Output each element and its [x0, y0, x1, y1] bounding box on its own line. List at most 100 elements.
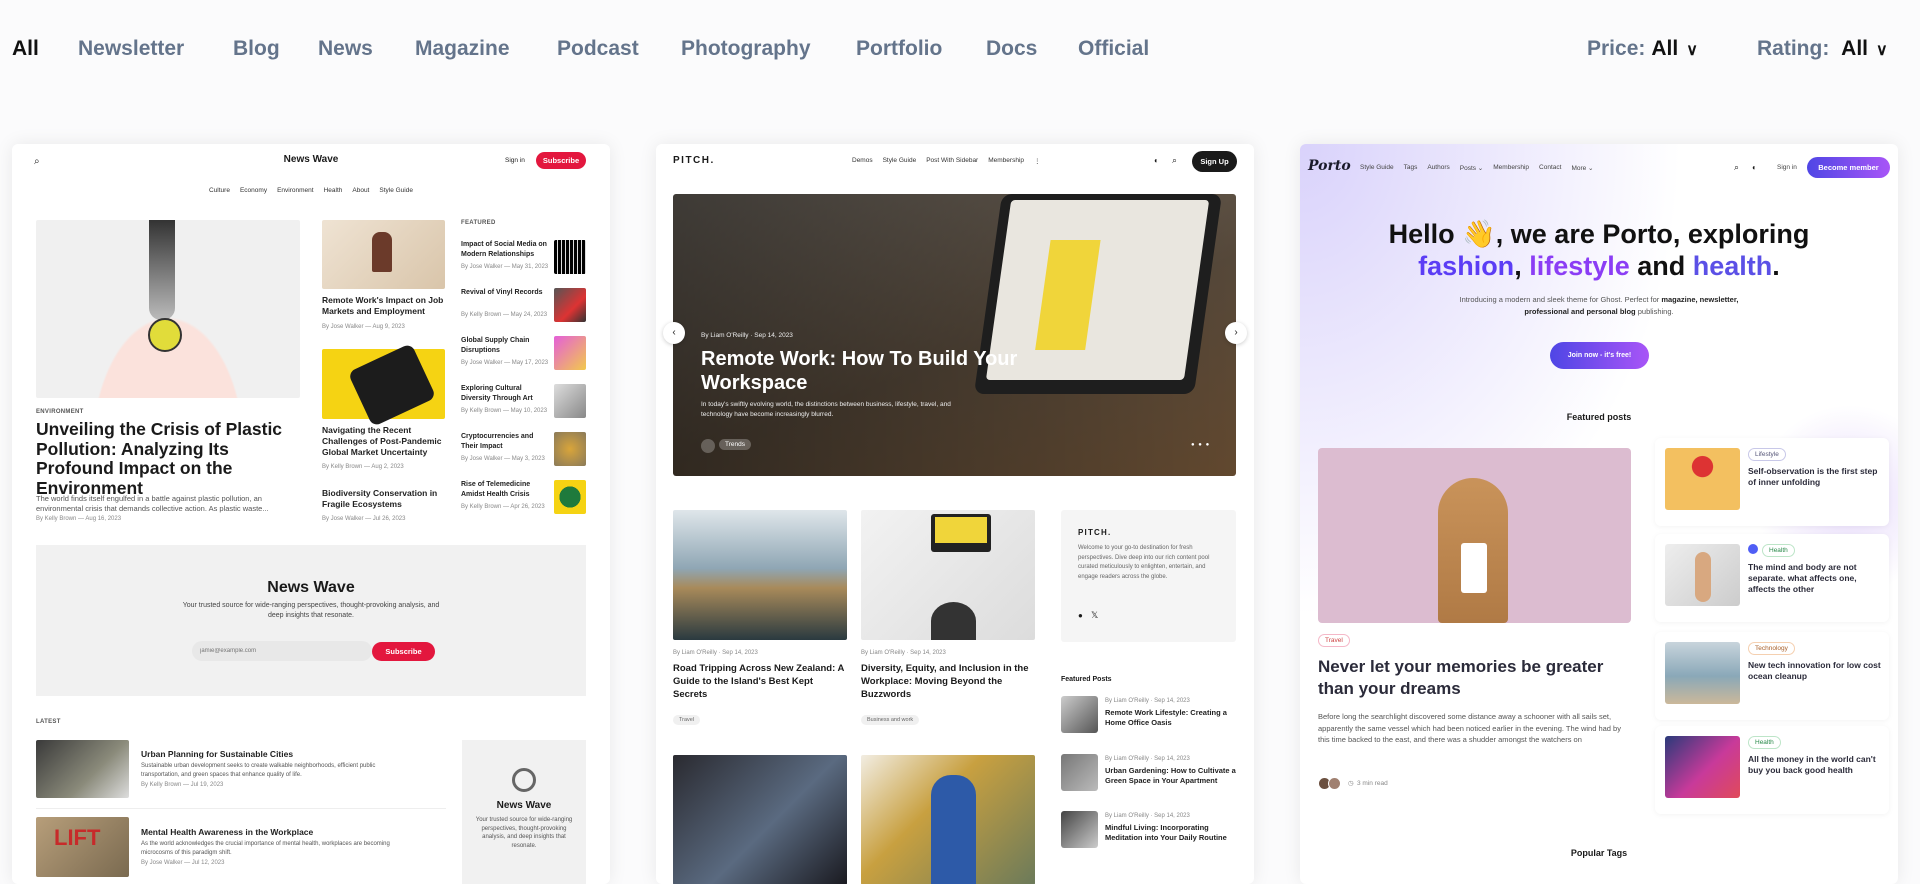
- featured-label: FEATURED: [461, 220, 496, 226]
- featured-title: Impact of Social Media on Modern Relatio…: [461, 241, 547, 258]
- post-image[interactable]: [861, 510, 1035, 640]
- filter-official[interactable]: Official: [1078, 37, 1149, 61]
- rating-label: Rating:: [1757, 37, 1836, 60]
- filter-blog[interactable]: Blog: [233, 37, 280, 61]
- latest-image[interactable]: [36, 740, 129, 798]
- slide-dots[interactable]: ● ● ●: [1191, 442, 1210, 448]
- filter-podcast[interactable]: Podcast: [557, 37, 639, 61]
- featured-item[interactable]: Rise of Telemedicine Amidst Health Crisi…: [461, 480, 586, 520]
- hero-title[interactable]: Remote Work: How To Build Your Workspace: [701, 347, 1021, 395]
- nav-demos[interactable]: Demos: [852, 157, 873, 165]
- post-title[interactable]: Remote Work's Impact on Job Markets and …: [322, 295, 445, 317]
- dark-mode-icon[interactable]: ◐: [1154, 156, 1159, 165]
- sign-in-link[interactable]: Sign in: [505, 157, 525, 164]
- filter-all[interactable]: All: [12, 37, 39, 61]
- side-post[interactable]: Technology New tech innovation for low co…: [1655, 632, 1889, 720]
- side-post-image: [1665, 544, 1740, 606]
- prev-slide-button[interactable]: ‹: [663, 322, 685, 344]
- post-image[interactable]: [673, 510, 847, 640]
- become-member-button[interactable]: Become member: [1807, 157, 1890, 178]
- nav-style-guide[interactable]: Style Guide: [379, 187, 413, 194]
- nav-authors[interactable]: Authors: [1427, 164, 1449, 172]
- featured-post[interactable]: By Liam O'Reilly · Sep 14, 2023 Mindful L…: [1061, 811, 1239, 856]
- newsletter-subscribe-button[interactable]: Subscribe: [372, 642, 435, 661]
- theme-card-news-wave[interactable]: ⌕ News Wave Sign in Subscribe Culture Ec…: [12, 144, 610, 884]
- nav-tags[interactable]: Tags: [1404, 164, 1418, 172]
- email-input[interactable]: [192, 641, 372, 661]
- logo-circle-icon: [512, 768, 536, 792]
- subscribe-button[interactable]: Subscribe: [536, 152, 586, 169]
- post-tag[interactable]: Business and work: [861, 715, 920, 725]
- post-title[interactable]: Road Tripping Across New Zealand: A Guid…: [673, 662, 847, 701]
- facebook-icon[interactable]: ●: [1078, 611, 1083, 620]
- join-button[interactable]: Join now - it's free!: [1550, 342, 1649, 369]
- rating-dropdown[interactable]: Rating: All ∨: [1757, 37, 1888, 61]
- nav-style-guide[interactable]: Style Guide: [1360, 164, 1394, 172]
- filter-portfolio[interactable]: Portfolio: [856, 37, 942, 61]
- author-avatar[interactable]: [1328, 777, 1341, 790]
- hero-title[interactable]: Unveiling the Crisis of Plastic Pollutio…: [36, 419, 308, 498]
- post-image[interactable]: [322, 343, 445, 427]
- side-post[interactable]: Health All the money in the world can't b…: [1655, 726, 1889, 814]
- main-post-tag[interactable]: Travel: [1318, 634, 1350, 647]
- x-icon[interactable]: 𝕏: [1091, 610, 1098, 621]
- filter-photography[interactable]: Photography: [681, 37, 811, 61]
- featured-item[interactable]: Cryptocurrencies and Their Impact By Jose…: [461, 432, 586, 472]
- nav-post-with-sidebar[interactable]: Post With Sidebar: [926, 157, 978, 165]
- nav-posts[interactable]: Posts ⌄: [1460, 164, 1484, 172]
- post-title[interactable]: Diversity, Equity, and Inclusion in the …: [861, 662, 1039, 701]
- main-post-title[interactable]: Never let your memories be greater than …: [1318, 656, 1631, 700]
- next-slide-button[interactable]: ›: [1225, 322, 1247, 344]
- post-tag[interactable]: Travel: [673, 715, 701, 725]
- sign-up-button[interactable]: Sign Up: [1192, 151, 1237, 172]
- featured-post[interactable]: By Liam O'Reilly · Sep 14, 2023 Remote Wo…: [1061, 696, 1239, 741]
- latest-image[interactable]: LIFT: [36, 817, 129, 877]
- nav-more[interactable]: More ⌄: [1571, 164, 1593, 172]
- nav-about[interactable]: About: [352, 187, 369, 194]
- side-post[interactable]: Health The mind and body are not separate…: [1655, 534, 1889, 622]
- nav-membership[interactable]: Membership: [988, 157, 1024, 165]
- nav-health[interactable]: Health: [324, 187, 343, 194]
- dark-mode-icon[interactable]: ◐: [1752, 163, 1757, 172]
- waving-hand-icon: 👋: [1462, 219, 1496, 249]
- filter-newsletter[interactable]: Newsletter: [78, 37, 184, 61]
- main-post-image[interactable]: [1318, 448, 1631, 623]
- featured-meta: By Kelly Brown — May 24, 2023: [461, 312, 548, 318]
- nav-membership[interactable]: Membership: [1493, 164, 1529, 172]
- post-image[interactable]: [673, 755, 847, 884]
- post-title[interactable]: Biodiversity Conservation in Fragile Eco…: [322, 488, 445, 510]
- filter-magazine[interactable]: Magazine: [415, 37, 510, 61]
- nav-economy[interactable]: Economy: [240, 187, 267, 194]
- hero-category: ENVIRONMENT: [36, 409, 84, 415]
- post-image[interactable]: [322, 220, 445, 289]
- nav-environment[interactable]: Environment: [277, 187, 314, 194]
- nav-style-guide[interactable]: Style Guide: [883, 157, 917, 165]
- more-dots-icon[interactable]: ⋮: [1034, 157, 1041, 165]
- hero-image[interactable]: [36, 220, 300, 398]
- filter-docs[interactable]: Docs: [986, 37, 1037, 61]
- nav-contact[interactable]: Contact: [1539, 164, 1561, 172]
- theme-card-pitch[interactable]: PITCH. Demos Style Guide Post With Sideb…: [656, 144, 1254, 884]
- featured-post[interactable]: By Liam O'Reilly · Sep 14, 2023 Urban Gar…: [1061, 754, 1239, 799]
- featured-item[interactable]: Global Supply Chain Disruptions By Jose W…: [461, 336, 586, 376]
- hero-slide[interactable]: By Liam O'Reilly · Sep 14, 2023 Remote W…: [673, 194, 1236, 476]
- clock-illustration: [148, 318, 182, 352]
- hero-tag[interactable]: Trends: [719, 439, 751, 450]
- price-dropdown[interactable]: Price: All ∨: [1587, 37, 1698, 61]
- latest-title[interactable]: Urban Planning for Sustainable Cities: [141, 749, 293, 760]
- search-icon[interactable]: ⌕: [1734, 162, 1739, 173]
- latest-title[interactable]: Mental Health Awareness in the Workplace: [141, 827, 313, 838]
- hero-excerpt: The world finds itself engulfed in a bat…: [36, 494, 269, 513]
- theme-card-porto[interactable]: Porto Style Guide Tags Authors Posts ⌄ M…: [1300, 144, 1898, 884]
- post-image[interactable]: [861, 755, 1035, 884]
- filter-news[interactable]: News: [318, 37, 373, 61]
- featured-item[interactable]: Revival of Vinyl Records By Kelly Brown —…: [461, 288, 586, 328]
- side-post[interactable]: Lifestyle Self-observation is the first s…: [1655, 438, 1889, 526]
- hero-word-fashion: fashion: [1418, 251, 1515, 281]
- nav-culture[interactable]: Culture: [209, 187, 230, 194]
- post-title[interactable]: Navigating the Recent Challenges of Post…: [322, 425, 445, 458]
- search-icon[interactable]: ⌕: [1172, 155, 1177, 166]
- featured-item[interactable]: Exploring Cultural Diversity Through Art…: [461, 384, 586, 424]
- featured-item[interactable]: Impact of Social Media on Modern Relatio…: [461, 240, 586, 280]
- sign-in-link[interactable]: Sign in: [1777, 164, 1797, 171]
